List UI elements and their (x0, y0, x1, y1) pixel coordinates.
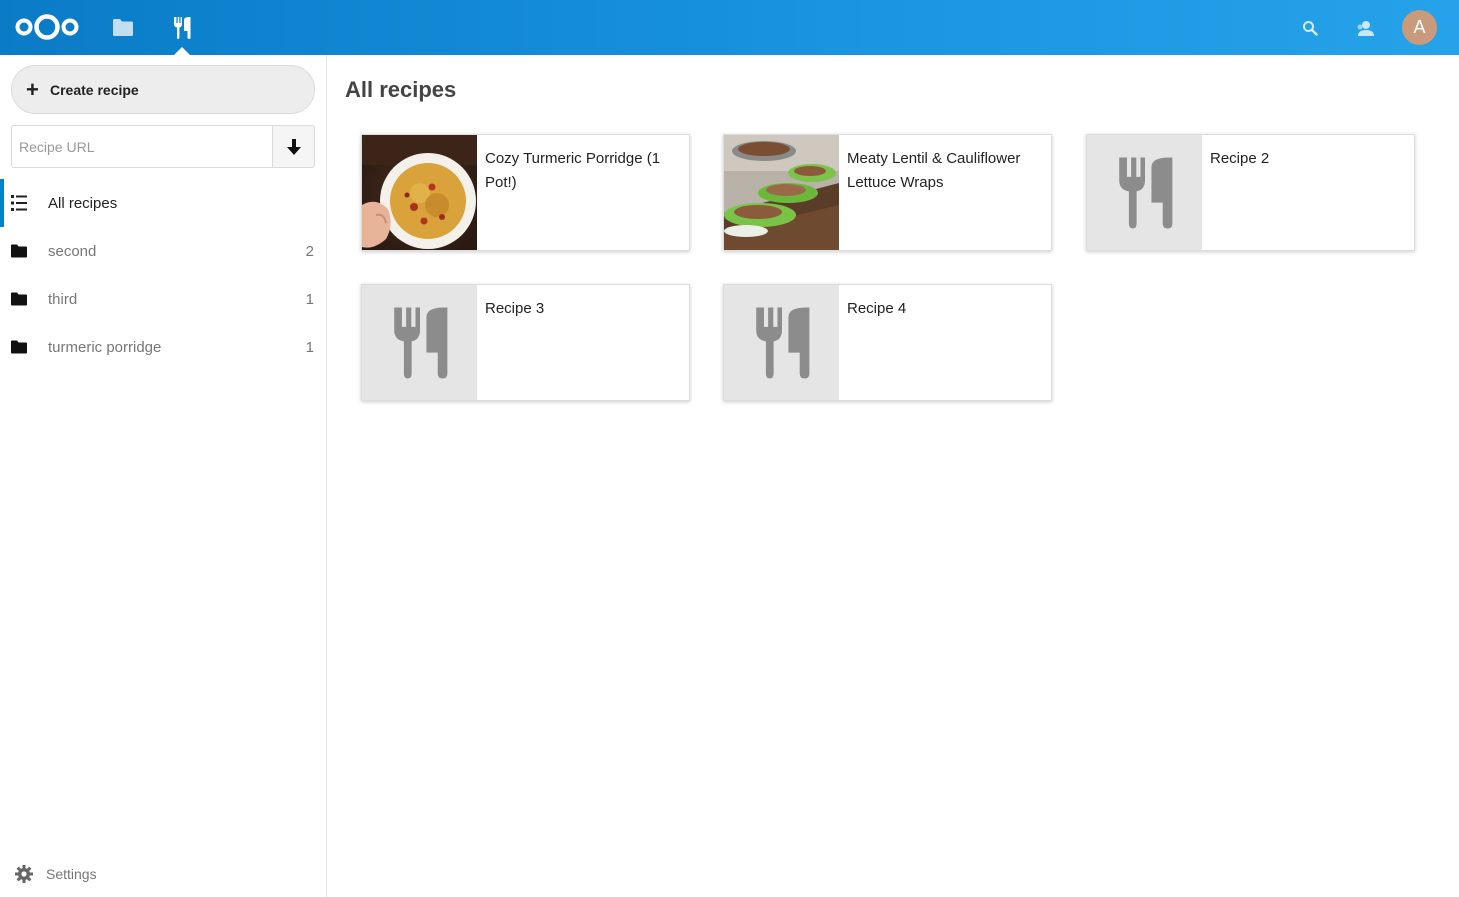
folder-icon (11, 340, 27, 354)
recipe-card[interactable]: Recipe 4 (723, 284, 1052, 401)
recipe-title: Cozy Turmeric Porridge (1 Pot!) (485, 150, 661, 191)
recipe-card[interactable]: Recipe 2 (1086, 134, 1415, 251)
search-icon (1303, 20, 1318, 36)
app-content: All recipes Cozy Turmeric Porridge (1 Po… (327, 55, 1459, 897)
fork-knife-icon (755, 307, 809, 378)
folder-icon (11, 292, 27, 306)
recipe-thumbnail (1087, 135, 1202, 250)
recipe-card[interactable]: Meaty Lentil & Cauliflower Lettuce Wraps (723, 134, 1052, 251)
folder-icon (113, 19, 133, 36)
recipe-thumbnail (362, 285, 477, 400)
download-recipe-button[interactable] (272, 125, 315, 168)
active-app-indicator (174, 47, 190, 55)
list-icon (11, 195, 27, 211)
nav-item-label: third (48, 290, 78, 308)
create-recipe-label: Create recipe (50, 81, 139, 98)
top-header: A (0, 0, 1459, 55)
folder-icon (11, 244, 27, 258)
user-avatar[interactable]: A (1402, 10, 1437, 45)
nav-item-count: 1 (305, 338, 314, 356)
fork-knife-icon (1118, 157, 1172, 228)
settings-button[interactable]: Settings (0, 851, 326, 897)
recipe-title: Recipe 2 (1210, 150, 1270, 167)
nav-item-count: 1 (305, 290, 314, 308)
nav-item-turmeric-porridge[interactable]: turmeric porridge 1 (0, 323, 326, 371)
recipe-thumbnail (724, 285, 839, 400)
nav-item-label: second (48, 242, 97, 260)
plus-icon: + (26, 76, 39, 102)
recipe-url-form (11, 125, 315, 168)
files-app-icon[interactable] (101, 0, 145, 55)
settings-label: Settings (46, 866, 97, 882)
recipe-title: Meaty Lentil & Cauliflower Lettuce Wraps (847, 150, 1021, 191)
recipe-card[interactable]: Cozy Turmeric Porridge (1 Pot!) (361, 134, 690, 251)
page-title: All recipes (345, 77, 457, 102)
fork-knife-icon (174, 16, 191, 39)
avatar-initial: A (1413, 17, 1426, 37)
arrow-down-icon (286, 138, 301, 155)
search-button[interactable] (1290, 0, 1330, 55)
recipe-title: Recipe 3 (485, 300, 545, 317)
recipe-url-input[interactable] (11, 125, 272, 168)
contacts-icon (1357, 20, 1374, 36)
recipe-title: Recipe 4 (847, 300, 907, 317)
nav-item-third[interactable]: third 1 (0, 275, 326, 323)
nav-item-count: 2 (305, 242, 314, 260)
contacts-button[interactable] (1345, 0, 1385, 55)
nextcloud-logo[interactable] (12, 10, 82, 44)
lettuce-wraps-photo-image (724, 135, 839, 250)
nav-item-all-recipes[interactable]: All recipes (0, 179, 326, 227)
fork-knife-icon (393, 307, 447, 378)
category-list: All recipes second 2 third 1 turmeric po… (0, 179, 326, 371)
gear-icon (15, 865, 33, 883)
porridge-photo-image (362, 135, 477, 250)
app-navigation: + Create recipe All recipes second 2 (0, 55, 327, 897)
nav-item-second[interactable]: second 2 (0, 227, 326, 275)
recipe-card[interactable]: Recipe 3 (361, 284, 690, 401)
recipe-thumbnail (362, 135, 477, 250)
recipe-thumbnail (724, 135, 839, 250)
nav-item-label: turmeric porridge (48, 338, 162, 356)
nav-item-label: All recipes (48, 194, 118, 212)
create-recipe-button[interactable]: + Create recipe (11, 65, 315, 114)
